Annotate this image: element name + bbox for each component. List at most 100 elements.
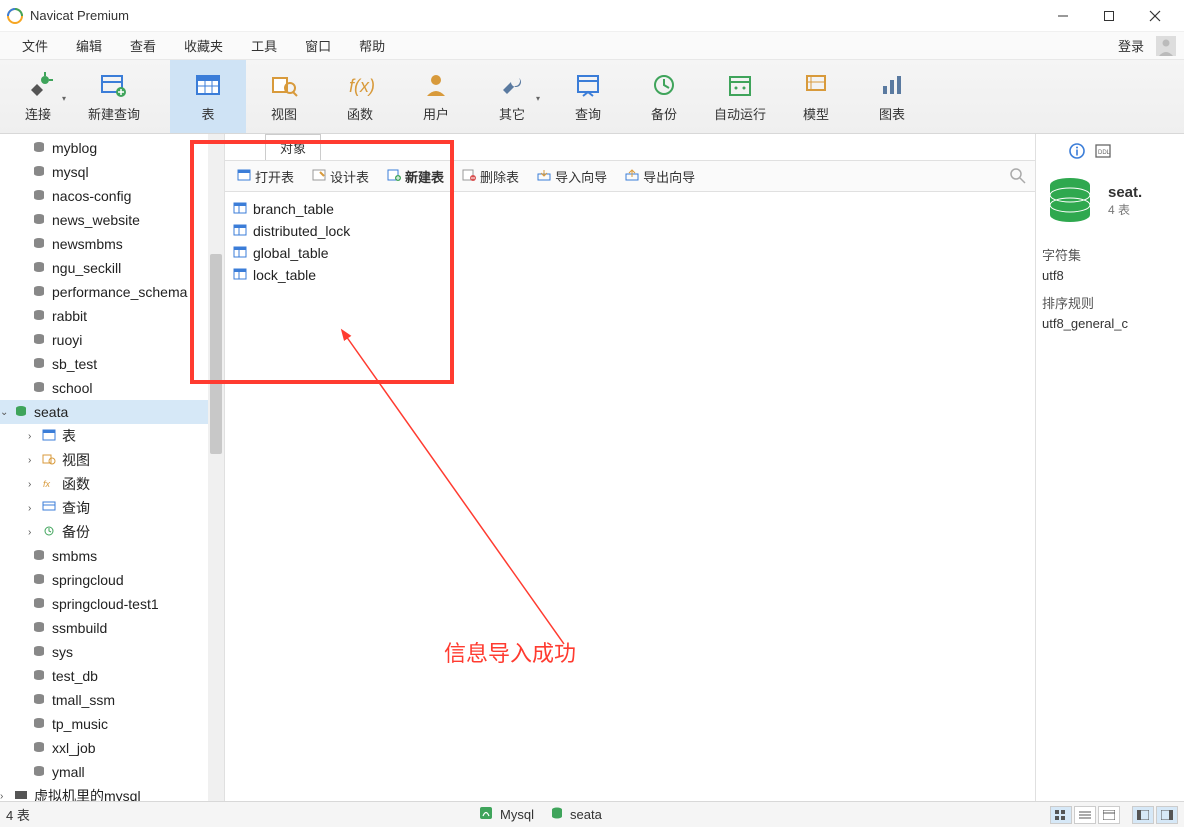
calendar-icon <box>725 70 755 100</box>
open-table-button[interactable]: 打开表 <box>233 165 298 188</box>
export-wizard-button[interactable]: 导出向导 <box>621 165 699 188</box>
status-left: 4 表 <box>6 805 30 824</box>
new-table-button[interactable]: 新建表 <box>383 165 448 188</box>
database-icon <box>32 764 46 780</box>
tree-functions[interactable]: ›fx函数 <box>0 472 224 496</box>
menu-favorites[interactable]: 收藏夹 <box>170 32 237 60</box>
view-detail-button[interactable] <box>1098 806 1120 824</box>
db-item[interactable]: ruoyi <box>0 328 224 352</box>
db-item[interactable]: rabbit <box>0 304 224 328</box>
info-db-name: seat. <box>1108 184 1142 201</box>
db-item[interactable]: xxl_job <box>0 736 224 760</box>
tool-table[interactable]: 表 <box>170 60 246 133</box>
db-item[interactable]: smbms <box>0 544 224 568</box>
tree-queries[interactable]: ›查询 <box>0 496 224 520</box>
maximize-button[interactable] <box>1086 0 1132 32</box>
database-icon <box>32 548 46 564</box>
table-row[interactable]: global_table <box>233 242 1027 264</box>
db-item[interactable]: mysql <box>0 160 224 184</box>
tool-connect-label: 连接 <box>25 104 51 123</box>
info-icon[interactable] <box>1068 142 1086 163</box>
tree-views[interactable]: ›视图 <box>0 448 224 472</box>
menu-tools[interactable]: 工具 <box>237 32 291 60</box>
tool-other-label: 其它 <box>499 104 525 123</box>
table-new-icon <box>387 169 401 184</box>
db-item[interactable]: tp_music <box>0 712 224 736</box>
menu-edit[interactable]: 编辑 <box>62 32 116 60</box>
db-item[interactable]: springcloud-test1 <box>0 592 224 616</box>
menu-window[interactable]: 窗口 <box>291 32 345 60</box>
design-table-button[interactable]: 设计表 <box>308 165 373 188</box>
db-item[interactable]: sys <box>0 640 224 664</box>
db-item-seata[interactable]: ⌄ seata <box>0 400 224 424</box>
toggle-left-panel-button[interactable] <box>1132 806 1154 824</box>
db-item[interactable]: ymall <box>0 760 224 784</box>
tool-other[interactable]: ▾ 其它 <box>474 60 550 133</box>
tree-tables[interactable]: ›表 <box>0 424 224 448</box>
db-item[interactable]: ssmbuild <box>0 616 224 640</box>
scrollbar-thumb[interactable] <box>210 254 222 454</box>
minimize-button[interactable] <box>1040 0 1086 32</box>
db-item[interactable]: performance_schema <box>0 280 224 304</box>
tool-table-label: 表 <box>201 104 214 123</box>
view-icon <box>269 70 299 100</box>
db-item[interactable]: springcloud <box>0 568 224 592</box>
svg-text:fx: fx <box>43 479 51 489</box>
db-item[interactable]: myblog <box>0 136 224 160</box>
import-wizard-button[interactable]: 导入向导 <box>533 165 611 188</box>
view-grid-button[interactable] <box>1050 806 1072 824</box>
sidebar-scrollbar[interactable] <box>208 134 224 801</box>
db-item[interactable]: news_website <box>0 208 224 232</box>
tab-objects[interactable]: 对象 <box>265 134 321 160</box>
menu-view[interactable]: 查看 <box>116 32 170 60</box>
db-item[interactable]: ›虚拟机里的mysql <box>0 784 224 801</box>
tool-chart[interactable]: 图表 <box>854 60 930 133</box>
tool-view[interactable]: 视图 <box>246 60 322 133</box>
tool-new-query[interactable]: 新建查询 <box>76 60 152 133</box>
query-icon <box>42 500 56 516</box>
db-item[interactable]: tmall_ssm <box>0 688 224 712</box>
status-database[interactable]: seata <box>542 806 610 823</box>
db-item[interactable]: sb_test <box>0 352 224 376</box>
ddl-icon[interactable]: DDL <box>1094 142 1112 163</box>
status-connection[interactable]: Mysql <box>470 805 542 824</box>
close-button[interactable] <box>1132 0 1178 32</box>
tool-model[interactable]: 模型 <box>778 60 854 133</box>
tool-autorun[interactable]: 自动运行 <box>702 60 778 133</box>
tree-backup[interactable]: ›备份 <box>0 520 224 544</box>
tool-backup[interactable]: 备份 <box>626 60 702 133</box>
view-list-button[interactable] <box>1074 806 1096 824</box>
menu-file[interactable]: 文件 <box>8 32 62 60</box>
database-icon <box>32 332 46 348</box>
info-collation-label: 排序规则 <box>1042 293 1178 312</box>
tool-backup-label: 备份 <box>651 104 677 123</box>
object-toolbar: 打开表 设计表 新建表 删除表 导入向导 导出向导 <box>225 160 1035 192</box>
tool-function[interactable]: f(x) 函数 <box>322 60 398 133</box>
login-link[interactable]: 登录 <box>1110 36 1152 55</box>
database-tree[interactable]: myblog mysql nacos-config news_website n… <box>0 134 224 801</box>
window-title: Navicat Premium <box>30 8 129 23</box>
db-item[interactable]: nacos-config <box>0 184 224 208</box>
db-item[interactable]: test_db <box>0 664 224 688</box>
tool-query[interactable]: 查询 <box>550 60 626 133</box>
table-row[interactable]: branch_table <box>233 198 1027 220</box>
search-icon[interactable] <box>1009 167 1027 185</box>
tool-connect[interactable]: ▾ 连接 <box>0 60 76 133</box>
toggle-right-panel-button[interactable] <box>1156 806 1178 824</box>
table-list[interactable]: branch_table distributed_lock global_tab… <box>225 192 1035 292</box>
view-icon <box>42 452 56 468</box>
table-row[interactable]: lock_table <box>233 264 1027 286</box>
user-avatar-icon[interactable] <box>1156 36 1176 56</box>
tool-user[interactable]: 用户 <box>398 60 474 133</box>
delete-table-button[interactable]: 删除表 <box>458 165 523 188</box>
db-item[interactable]: newsmbms <box>0 232 224 256</box>
menu-help[interactable]: 帮助 <box>345 32 399 60</box>
info-charset-value: utf8 <box>1042 268 1178 283</box>
db-item[interactable]: school <box>0 376 224 400</box>
database-icon <box>32 356 46 372</box>
db-item[interactable]: ngu_seckill <box>0 256 224 280</box>
table-row[interactable]: distributed_lock <box>233 220 1027 242</box>
menu-bar: 文件 编辑 查看 收藏夹 工具 窗口 帮助 登录 <box>0 32 1184 60</box>
database-icon <box>32 380 46 396</box>
chevron-right-icon: › <box>28 455 42 466</box>
